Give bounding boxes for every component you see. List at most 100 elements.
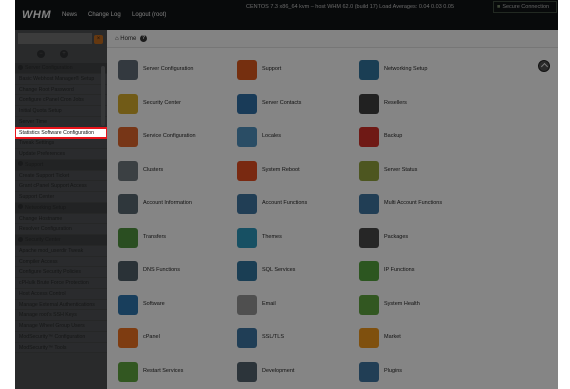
sidebar-item[interactable]: Initial Quota Setup bbox=[15, 106, 107, 117]
sidebar-item[interactable]: Configure cPanel Cron Jobs bbox=[15, 95, 107, 106]
search-input[interactable] bbox=[18, 33, 92, 44]
sidebar-section[interactable]: Networking Setup bbox=[15, 202, 107, 214]
sidebar-item[interactable]: Server Time bbox=[15, 116, 107, 128]
feature-item[interactable]: DNS Functions bbox=[118, 261, 228, 283]
plugins-icon bbox=[359, 361, 379, 382]
sidebar-item[interactable]: Change Hostname bbox=[15, 213, 107, 225]
feature-item[interactable]: cPanel bbox=[118, 328, 228, 350]
security-center-icon bbox=[118, 93, 138, 114]
feature-item[interactable]: Service Configuration bbox=[118, 127, 228, 149]
feature-item[interactable]: Market bbox=[359, 328, 469, 350]
feature-item[interactable]: SQL Services bbox=[237, 261, 347, 283]
feature-item[interactable]: Resellers bbox=[359, 93, 469, 116]
system-reboot-icon bbox=[237, 160, 257, 181]
breadcrumb-home[interactable]: ⌂ Home bbox=[115, 36, 136, 42]
sidebar-item[interactable]: Resolver Configuration bbox=[15, 224, 107, 235]
sidebar-item[interactable]: Compiler Access bbox=[15, 256, 107, 268]
sidebar-item[interactable]: Configure Security Policies bbox=[15, 267, 107, 278]
sidebar-item[interactable]: Create Support Ticket bbox=[15, 170, 107, 182]
sidebar-item-label: Configure cPanel Cron Jobs bbox=[19, 97, 84, 104]
feature-item[interactable]: SSL/TLS bbox=[237, 328, 347, 350]
sidebar-item[interactable]: Apache mod_userdir Tweak bbox=[15, 245, 107, 257]
sidebar-item-label: Server Time bbox=[19, 118, 47, 125]
feature-item[interactable]: Transfers bbox=[118, 227, 228, 250]
feature-item[interactable]: Packages bbox=[359, 227, 469, 250]
sidebar-item[interactable]: ModSecurity™ Configuration bbox=[15, 331, 107, 343]
dns-functions-icon bbox=[118, 261, 138, 281]
sidebar-item[interactable]: Host Access Control bbox=[15, 288, 107, 300]
feature-item-label: Server Configuration bbox=[143, 66, 194, 72]
help-icon[interactable]: ? bbox=[140, 35, 147, 42]
sidebar-section[interactable]: Server Configuration bbox=[15, 63, 107, 74]
feature-item[interactable]: Email bbox=[237, 294, 347, 317]
system-info: CENTOS 7.3 x86_64 kvm – host WHM 62.0 (b… bbox=[246, 4, 454, 10]
sidebar-item-label: ModSecurity™ Configuration bbox=[19, 333, 86, 340]
sidebar-item[interactable]: cPHulk Brute Force Protection bbox=[15, 278, 107, 289]
sidebar-section[interactable]: Support bbox=[15, 159, 107, 171]
feature-item[interactable]: Development bbox=[237, 361, 347, 384]
whm-logo[interactable]: WHM bbox=[22, 9, 51, 21]
feature-item[interactable]: Account Functions bbox=[237, 194, 347, 216]
feature-item-label: Email bbox=[262, 300, 276, 307]
sidebar-item-label: Initial Quota Setup bbox=[19, 108, 62, 114]
feature-item[interactable]: Restart Services bbox=[118, 361, 228, 384]
scroll-up-icon[interactable] bbox=[538, 60, 550, 72]
top-bar: WHM News Change Log Logout (root) CENTOS… bbox=[15, 0, 558, 30]
feature-item[interactable]: Server Contacts bbox=[237, 93, 347, 116]
feature-item[interactable]: System Reboot bbox=[237, 160, 347, 183]
sidebar-search: × bbox=[15, 30, 107, 47]
sidebar-item-label: Grant cPanel Support Access bbox=[19, 183, 87, 190]
sidebar-item-label: Configure Security Policies bbox=[19, 269, 81, 276]
feature-item[interactable]: Backup bbox=[359, 127, 469, 149]
sidebar: × − + Server Configuration Basic Webhost … bbox=[15, 30, 107, 389]
sql-services-icon bbox=[237, 261, 257, 281]
secure-connection-badge[interactable]: ■ Secure Connection bbox=[493, 1, 557, 13]
sidebar-item-label: Resolver Configuration bbox=[19, 226, 72, 233]
expand-all-icon[interactable]: + bbox=[60, 50, 68, 58]
restart-services-icon bbox=[118, 361, 138, 382]
collapse-all-icon[interactable]: − bbox=[37, 50, 45, 58]
feature-item[interactable]: Multi Account Functions bbox=[359, 194, 469, 216]
feature-item-label: Clusters bbox=[143, 166, 164, 173]
sidebar-item[interactable]: Manage Wheel Group Users bbox=[15, 321, 107, 332]
networking-setup-icon bbox=[359, 60, 379, 80]
sidebar-item[interactable]: Tweak Settings bbox=[15, 138, 107, 149]
sidebar-item[interactable]: Change Root Password bbox=[15, 84, 107, 96]
account-functions-icon bbox=[237, 194, 257, 214]
sidebar-item[interactable]: Manage root's SSH Keys bbox=[15, 310, 107, 321]
sidebar-item[interactable]: Basic Webhost Manager® Setup bbox=[15, 73, 107, 85]
feature-item[interactable]: Server Configuration bbox=[118, 60, 228, 82]
feature-item[interactable]: Themes bbox=[237, 227, 347, 250]
feature-item-label: Account Information bbox=[143, 200, 192, 206]
feature-item[interactable]: System Health bbox=[359, 294, 469, 317]
feature-item-label: System Health bbox=[384, 300, 420, 307]
themes-icon bbox=[237, 227, 257, 248]
feature-item[interactable]: Account Information bbox=[118, 194, 228, 216]
sidebar-section[interactable]: Security Center bbox=[15, 235, 107, 246]
feature-item[interactable]: Locales bbox=[237, 127, 347, 149]
feature-item[interactable]: Plugins bbox=[359, 361, 469, 384]
feature-item[interactable]: Software bbox=[118, 294, 228, 317]
nav-changelog-link[interactable]: Change Log bbox=[88, 12, 121, 18]
sidebar-item[interactable]: ModSecurity™ Tools bbox=[15, 342, 107, 354]
feature-item[interactable]: Clusters bbox=[118, 160, 228, 183]
feature-item[interactable]: Server Status bbox=[359, 160, 469, 183]
feature-item[interactable]: Security Center bbox=[118, 93, 228, 116]
sidebar-controls: − + bbox=[15, 48, 107, 60]
feature-item[interactable]: IP Functions bbox=[359, 261, 469, 283]
sidebar-item-label: Change Hostname bbox=[19, 215, 63, 222]
sidebar-item[interactable]: Grant cPanel Support Access bbox=[15, 181, 107, 192]
feature-item[interactable]: Networking Setup bbox=[359, 60, 469, 82]
search-clear-button[interactable]: × bbox=[94, 35, 103, 44]
sidebar-item-label: Statistics Software Configuration bbox=[19, 129, 94, 136]
sidebar-item[interactable]: Update Preferences bbox=[15, 149, 107, 160]
sidebar-item[interactable]: Support Center bbox=[15, 192, 107, 203]
nav-news-link[interactable]: News bbox=[62, 12, 77, 18]
main-content: ⌂ Home ? Server Configuration Support Netw… bbox=[107, 30, 558, 389]
feature-item[interactable]: Support bbox=[237, 60, 347, 82]
service-configuration-icon bbox=[118, 127, 138, 147]
sidebar-item[interactable]: Statistics Software Configuration bbox=[15, 126, 107, 140]
sidebar-item[interactable]: Manage External Authentications bbox=[15, 299, 107, 311]
sidebar-scrollbar[interactable] bbox=[101, 66, 105, 126]
nav-logout-link[interactable]: Logout (root) bbox=[132, 12, 166, 18]
